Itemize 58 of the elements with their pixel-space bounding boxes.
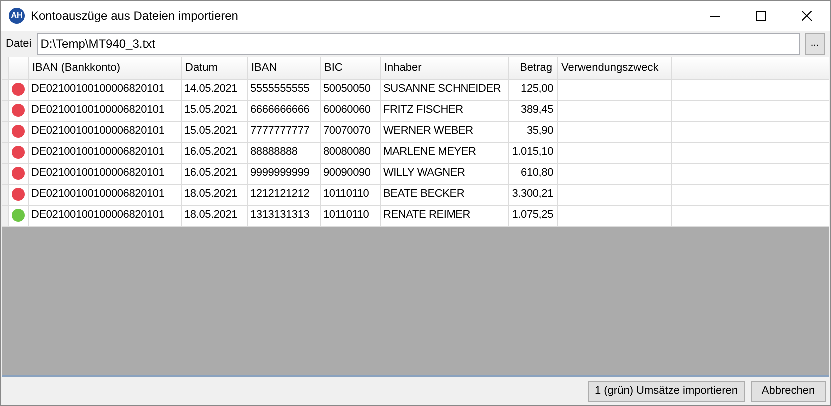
table-cell: RENATE REIMER <box>384 209 471 222</box>
table-cell: DE02100100100006820101 <box>32 167 165 180</box>
table-cell: 18.05.2021 <box>184 209 238 222</box>
table-cell: 5555555555 <box>250 83 310 96</box>
file-label: Datei <box>6 36 32 52</box>
window-title: Kontoauszüge aus Dateien importieren <box>31 8 238 25</box>
browse-button[interactable]: ... <box>805 33 825 55</box>
table-cell: 90090090 <box>324 167 371 180</box>
table-cell: FRITZ FISCHER <box>384 104 464 116</box>
table-cell: DE02100100100006820101 <box>32 146 165 158</box>
table-cell: 70070070 <box>324 125 371 138</box>
table-cell: 16.05.2021 <box>184 167 238 180</box>
table-cell: 6666666666 <box>250 104 310 116</box>
table-cell: 16.05.2021 <box>184 146 238 158</box>
table-cell: 9999999999 <box>250 167 310 180</box>
table-cell: DE02100100100006820101 <box>32 104 165 116</box>
table-cell: WERNER WEBER <box>384 125 474 138</box>
table-cell: SUSANNE SCHNEIDER <box>384 83 502 96</box>
cancel-button[interactable]: Abbrechen <box>751 380 826 402</box>
column-header[interactable]: Betrag <box>508 57 557 79</box>
column-header[interactable]: BIC <box>320 57 380 79</box>
table-cell: 50050050 <box>324 83 371 96</box>
table-cell: 1313131313 <box>250 209 310 222</box>
column-header[interactable]: Datum <box>181 57 247 79</box>
table-cell: 15.05.2021 <box>184 125 238 138</box>
table-cell: 60060060 <box>324 104 371 116</box>
column-header[interactable]: Inhaber <box>380 57 508 79</box>
table-cell: DE02100100100006820101 <box>32 125 165 138</box>
table-cell: 1.015,10 <box>512 146 554 158</box>
column-header[interactable]: IBAN <box>247 57 320 79</box>
table-cell: DE02100100100006820101 <box>32 83 165 96</box>
file-path-field[interactable]: D:\Temp\MT940_3.txt <box>36 33 800 55</box>
table-cell: MARLENE MEYER <box>384 146 476 158</box>
table-cell: 10110110 <box>324 209 370 222</box>
table-cell: 35,90 <box>526 125 554 138</box>
table-cell: WILLY WAGNER <box>384 167 466 180</box>
table-cell: 18.05.2021 <box>184 188 238 200</box>
table-cell: 15.05.2021 <box>184 104 238 116</box>
app-logo-icon: AH <box>9 8 25 24</box>
table-cell: 125,00 <box>521 83 554 96</box>
column-header[interactable]: IBAN (Bankkonto) <box>28 57 181 79</box>
table-cell: 88888888 <box>250 146 298 158</box>
table-cell: 10110110 <box>324 188 370 200</box>
table-cell: 14.05.2021 <box>184 83 238 96</box>
table-cell: 610,80 <box>521 167 554 180</box>
table-cell: 1212121212 <box>250 188 310 200</box>
table-cell: 7777777777 <box>250 125 310 138</box>
table-cell: 1.075,25 <box>512 209 554 222</box>
import-button[interactable]: 1 (grün) Umsätze importieren <box>588 380 745 402</box>
table-cell: 389,45 <box>521 104 554 116</box>
table-cell: BEATE BECKER <box>384 188 465 200</box>
table-cell: 80080080 <box>324 146 371 158</box>
table-cell: DE02100100100006820101 <box>32 188 165 200</box>
table-cell: 3.300,21 <box>512 188 554 200</box>
table-cell: DE02100100100006820101 <box>32 209 165 222</box>
column-header[interactable]: Verwendungszweck <box>557 57 671 79</box>
maximize-icon <box>756 11 766 21</box>
close-icon <box>802 11 812 21</box>
